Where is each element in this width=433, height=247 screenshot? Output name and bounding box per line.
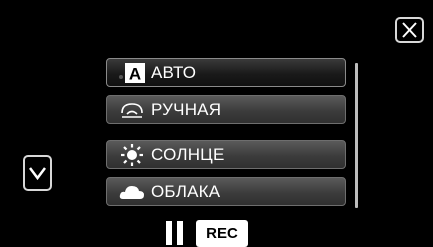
manual-icon [119, 99, 145, 121]
menu-item-label: СОЛНЦЕ [151, 144, 225, 164]
svg-text:A: A [129, 64, 141, 83]
sun-icon [119, 143, 145, 166]
close-button[interactable] [395, 17, 424, 43]
menu-item-sun[interactable]: СОЛНЦЕ [106, 140, 346, 169]
auto-icon: A [119, 62, 145, 84]
close-icon [402, 22, 417, 38]
camera-screen: A АВТО РУЧНАЯ СОЛНЦЕ ОБЛАКА REC [0, 0, 433, 247]
menu-item-manual[interactable]: РУЧНАЯ [106, 95, 346, 124]
menu-item-label: РУЧНАЯ [151, 99, 222, 119]
menu-item-cloud[interactable]: ОБЛАКА [106, 177, 346, 206]
chevron-down-icon [29, 167, 46, 181]
menu-item-label: ОБЛАКА [151, 181, 221, 201]
scroll-down-button[interactable] [23, 155, 52, 191]
rec-badge: REC [196, 220, 248, 247]
scrollbar[interactable] [355, 63, 358, 208]
menu-item-auto[interactable]: A АВТО [106, 58, 346, 87]
menu-item-label: АВТО [151, 62, 197, 82]
cloud-icon [119, 181, 145, 203]
